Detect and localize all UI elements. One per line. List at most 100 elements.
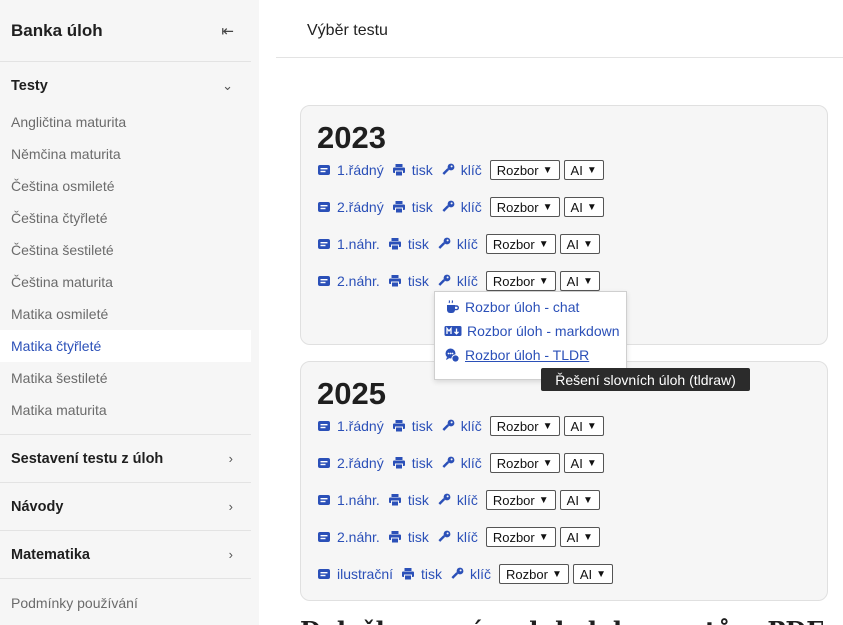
key-link[interactable]: klíč <box>450 566 491 582</box>
ai-dropdown[interactable]: AI ▼ <box>559 490 600 510</box>
print-link[interactable]: tisk <box>392 199 433 215</box>
caret-down-icon: ▼ <box>542 420 553 432</box>
test-link[interactable]: 1.řádný <box>317 418 384 434</box>
menu-item-tldr[interactable]: Rozbor úloh - TLDR <box>444 347 589 363</box>
section-matematika[interactable]: Matematika › <box>0 531 251 579</box>
key-link[interactable]: klíč <box>437 492 478 508</box>
test-link[interactable]: 2.náhr. <box>317 529 380 545</box>
ai-label: AI <box>570 199 583 215</box>
ai-dropdown[interactable]: AI ▼ <box>563 160 604 180</box>
sidebar-item-matika-maturita[interactable]: Matika maturita <box>0 394 251 426</box>
print-label: tisk <box>411 199 433 215</box>
key-link[interactable]: klíč <box>437 529 478 545</box>
print-link[interactable]: tisk <box>392 162 433 178</box>
rozbor-dropdown[interactable]: Rozbor ▼ <box>485 527 556 547</box>
print-link[interactable]: tisk <box>388 273 429 289</box>
ai-dropdown[interactable]: AI ▼ <box>559 527 600 547</box>
sidebar-item-matika-sestilete[interactable]: Matika šestileté <box>0 362 251 394</box>
rozbor-label: Rozbor <box>506 566 548 582</box>
test-link[interactable]: 1.náhr. <box>317 492 380 508</box>
caret-down-icon: ▼ <box>542 164 553 176</box>
caret-down-icon: ▼ <box>582 531 593 543</box>
sidebar-item-matika-osmilete[interactable]: Matika osmileté <box>0 298 251 330</box>
rozbor-dropdown[interactable]: Rozbor ▼ <box>489 160 560 180</box>
rozbor-dropdown[interactable]: Rozbor ▼ <box>489 197 560 217</box>
print-label: tisk <box>407 529 429 545</box>
key-link[interactable]: klíč <box>441 418 482 434</box>
section-sestaveni[interactable]: Sestavení testu z úloh › <box>0 435 251 483</box>
test-link[interactable]: 1.řádný <box>317 162 384 178</box>
ai-dropdown[interactable]: AI ▼ <box>572 564 614 584</box>
caret-down-icon: ▼ <box>542 457 553 469</box>
sidebar: Banka úloh ⇤ Testy ⌄ Angličtina maturita… <box>0 0 259 625</box>
key-link[interactable]: klíč <box>437 236 478 252</box>
print-link[interactable]: tisk <box>388 492 429 508</box>
caret-down-icon: ▼ <box>538 494 549 506</box>
chevron-right-icon: › <box>228 547 233 562</box>
sidebar-item-nemcina-maturita[interactable]: Němčina maturita <box>0 138 251 170</box>
rozbor-dropdown[interactable]: Rozbor ▼ <box>499 564 569 584</box>
sidebar-item-matika-ctyrlete[interactable]: Matika čtyřleté <box>0 330 251 362</box>
ai-dropdown[interactable]: AI ▼ <box>563 197 604 217</box>
section-heading: Doložka o právech k dokumentům PDF <box>300 616 823 625</box>
key-link[interactable]: klíč <box>437 273 478 289</box>
test-label: ilustrační <box>337 566 394 582</box>
page-title: Výběr testu <box>307 22 388 39</box>
coffee-cup-icon <box>447 300 459 313</box>
test-row: 2.náhr. tisk klíč Rozbor ▼ AI ▼ <box>317 270 604 292</box>
key-icon <box>451 567 464 579</box>
print-link[interactable]: tisk <box>401 566 442 582</box>
test-link[interactable]: 2.řádný <box>317 455 384 471</box>
chevron-right-icon: › <box>228 451 233 466</box>
section-navody[interactable]: Návody › <box>0 483 251 531</box>
rozbor-dropdown[interactable]: Rozbor ▼ <box>485 490 556 510</box>
rozbor-dropdown[interactable]: Rozbor ▼ <box>489 416 560 436</box>
document-icon <box>318 165 330 175</box>
test-label: 1.řádný <box>337 418 384 434</box>
chevron-down-icon: ⌄ <box>222 78 233 93</box>
year-heading: 2023 <box>317 120 386 155</box>
rozbor-label: Rozbor <box>492 529 535 545</box>
year-card-2025: 2025 1.řádný tisk klíč Rozbor ▼ AI ▼ 2.řád… <box>300 361 828 601</box>
print-link[interactable]: tisk <box>388 236 429 252</box>
sidebar-item-cestina-maturita[interactable]: Čeština maturita <box>0 266 251 298</box>
rozbor-dropdown-open[interactable]: Rozbor ▼ <box>485 271 556 291</box>
key-link[interactable]: klíč <box>441 162 482 178</box>
sidebar-header: Banka úloh ⇤ <box>0 0 251 62</box>
topbar: Výběr testu <box>276 0 843 58</box>
ai-dropdown[interactable]: AI ▼ <box>563 416 604 436</box>
print-link[interactable]: tisk <box>392 418 433 434</box>
test-list: Angličtina maturita Němčina maturita Češ… <box>0 106 251 435</box>
sidebar-item-cestina-osmilete[interactable]: Čeština osmileté <box>0 170 251 202</box>
key-icon <box>438 237 451 249</box>
ai-label: AI <box>566 236 579 252</box>
test-link[interactable]: 2.řádný <box>317 199 384 215</box>
key-icon <box>442 419 455 431</box>
rozbor-dropdown[interactable]: Rozbor ▼ <box>485 234 556 254</box>
test-link[interactable]: 2.náhr. <box>317 273 380 289</box>
section-testy[interactable]: Testy ⌄ <box>0 66 251 106</box>
sidebar-item-anglictina-maturita[interactable]: Angličtina maturita <box>0 106 251 138</box>
chevron-right-icon: › <box>228 499 233 514</box>
key-icon <box>442 200 455 212</box>
ai-dropdown[interactable]: AI ▼ <box>559 271 600 291</box>
caret-down-icon: ▼ <box>538 275 549 287</box>
test-link[interactable]: 1.náhr. <box>317 236 380 252</box>
menu-item-chat[interactable]: Rozbor úloh - chat <box>444 299 579 315</box>
terms-link[interactable]: Podmínky používání <box>0 579 259 625</box>
test-link[interactable]: ilustrační <box>317 566 393 582</box>
sidebar-item-cestina-sestilete[interactable]: Čeština šestileté <box>0 234 251 266</box>
key-link[interactable]: klíč <box>441 199 482 215</box>
key-link[interactable]: klíč <box>441 455 482 471</box>
collapse-left-icon[interactable]: ⇤ <box>221 22 234 40</box>
menu-item-markdown[interactable]: Rozbor úloh - markdown <box>444 323 620 339</box>
sidebar-item-cestina-ctyrlete[interactable]: Čeština čtyřleté <box>0 202 251 234</box>
print-link[interactable]: tisk <box>392 455 433 471</box>
print-link[interactable]: tisk <box>388 529 429 545</box>
document-icon <box>318 421 330 431</box>
ai-dropdown[interactable]: AI ▼ <box>563 453 604 473</box>
rozbor-dropdown[interactable]: Rozbor ▼ <box>489 453 560 473</box>
document-icon <box>318 239 330 249</box>
test-row: 1.náhr. tisk klíč Rozbor ▼ AI ▼ <box>317 233 604 255</box>
ai-dropdown[interactable]: AI ▼ <box>559 234 600 254</box>
